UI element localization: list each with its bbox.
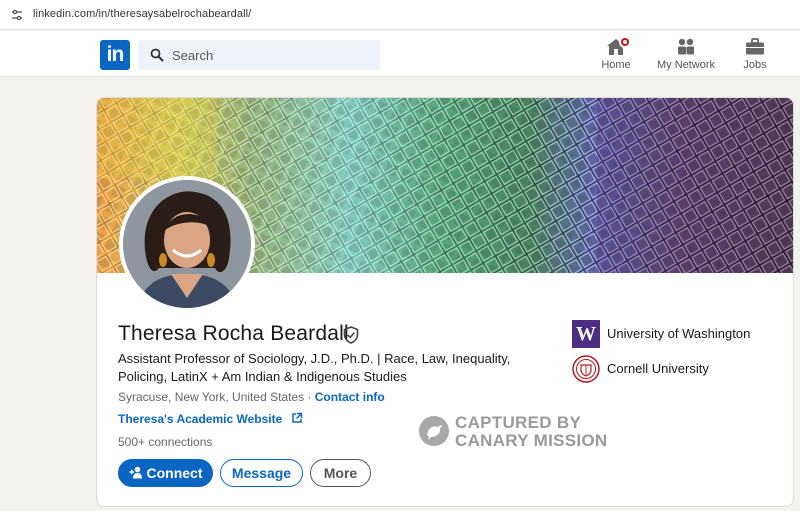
browser-url-bar[interactable]: linkedin.com/in/theresaysabelrochabearda…	[0, 0, 800, 30]
more-button[interactable]: More	[310, 459, 371, 487]
cornell-seal-icon	[572, 355, 600, 383]
nav-label-my-network: My Network	[656, 59, 716, 71]
website-link-label: Theresa's Academic Website	[118, 412, 283, 426]
search-box[interactable]: Search	[138, 40, 380, 70]
connect-button-label: Connect	[146, 465, 203, 481]
profile-location-line: Syracuse, New York, United States · Cont…	[118, 390, 385, 404]
connections-count[interactable]: 500+ connections	[118, 435, 212, 449]
external-link-icon	[291, 412, 302, 423]
profile-location: Syracuse, New York, United States	[118, 390, 305, 404]
profile-photo	[123, 180, 251, 308]
network-icon	[678, 38, 694, 55]
message-button[interactable]: Message	[220, 459, 303, 487]
nav-label-home: Home	[601, 59, 631, 71]
linkedin-logo-icon[interactable]: in	[100, 40, 130, 70]
watermark-line1: CAPTURED BY	[455, 413, 582, 432]
notification-badge	[619, 36, 631, 48]
profile-avatar[interactable]	[119, 176, 255, 312]
linkedin-nav-bar: in Search Home My Network Jobs	[0, 31, 800, 77]
org-name-uw: University of Washington	[607, 326, 751, 341]
nav-item-my-network[interactable]: My Network	[651, 37, 721, 75]
watermark-line2: CANARY MISSION	[455, 431, 608, 450]
canary-bird-icon	[419, 416, 449, 446]
nav-label-jobs: Jobs	[743, 59, 767, 71]
nav-item-home[interactable]: Home	[581, 36, 651, 75]
verified-shield-icon[interactable]	[343, 326, 359, 344]
url-text[interactable]: linkedin.com/in/theresaysabelrochabearda…	[33, 8, 251, 20]
search-icon	[150, 48, 164, 62]
location-separator: ·	[304, 390, 315, 404]
watermark-text: CAPTURED BY CANARY MISSION	[455, 414, 608, 450]
connect-button[interactable]: Connect	[118, 459, 213, 487]
contact-info-link[interactable]: Contact info	[315, 390, 385, 404]
search-input[interactable]: Search	[172, 48, 213, 63]
nav-item-jobs[interactable]: Jobs	[720, 37, 790, 75]
add-person-icon	[129, 466, 142, 479]
profile-headline: Assistant Professor of Sociology, J.D., …	[118, 351, 511, 384]
org-name-cornell: Cornell University	[607, 361, 709, 376]
website-link[interactable]: Theresa's Academic Website	[118, 412, 303, 426]
profile-card: Theresa Rocha Beardall Assistant Profess…	[96, 97, 794, 507]
briefcase-icon	[746, 38, 764, 55]
site-settings-icon[interactable]	[11, 9, 23, 21]
uw-logo-icon: W	[572, 320, 600, 348]
profile-name: Theresa Rocha Beardall	[118, 322, 349, 345]
